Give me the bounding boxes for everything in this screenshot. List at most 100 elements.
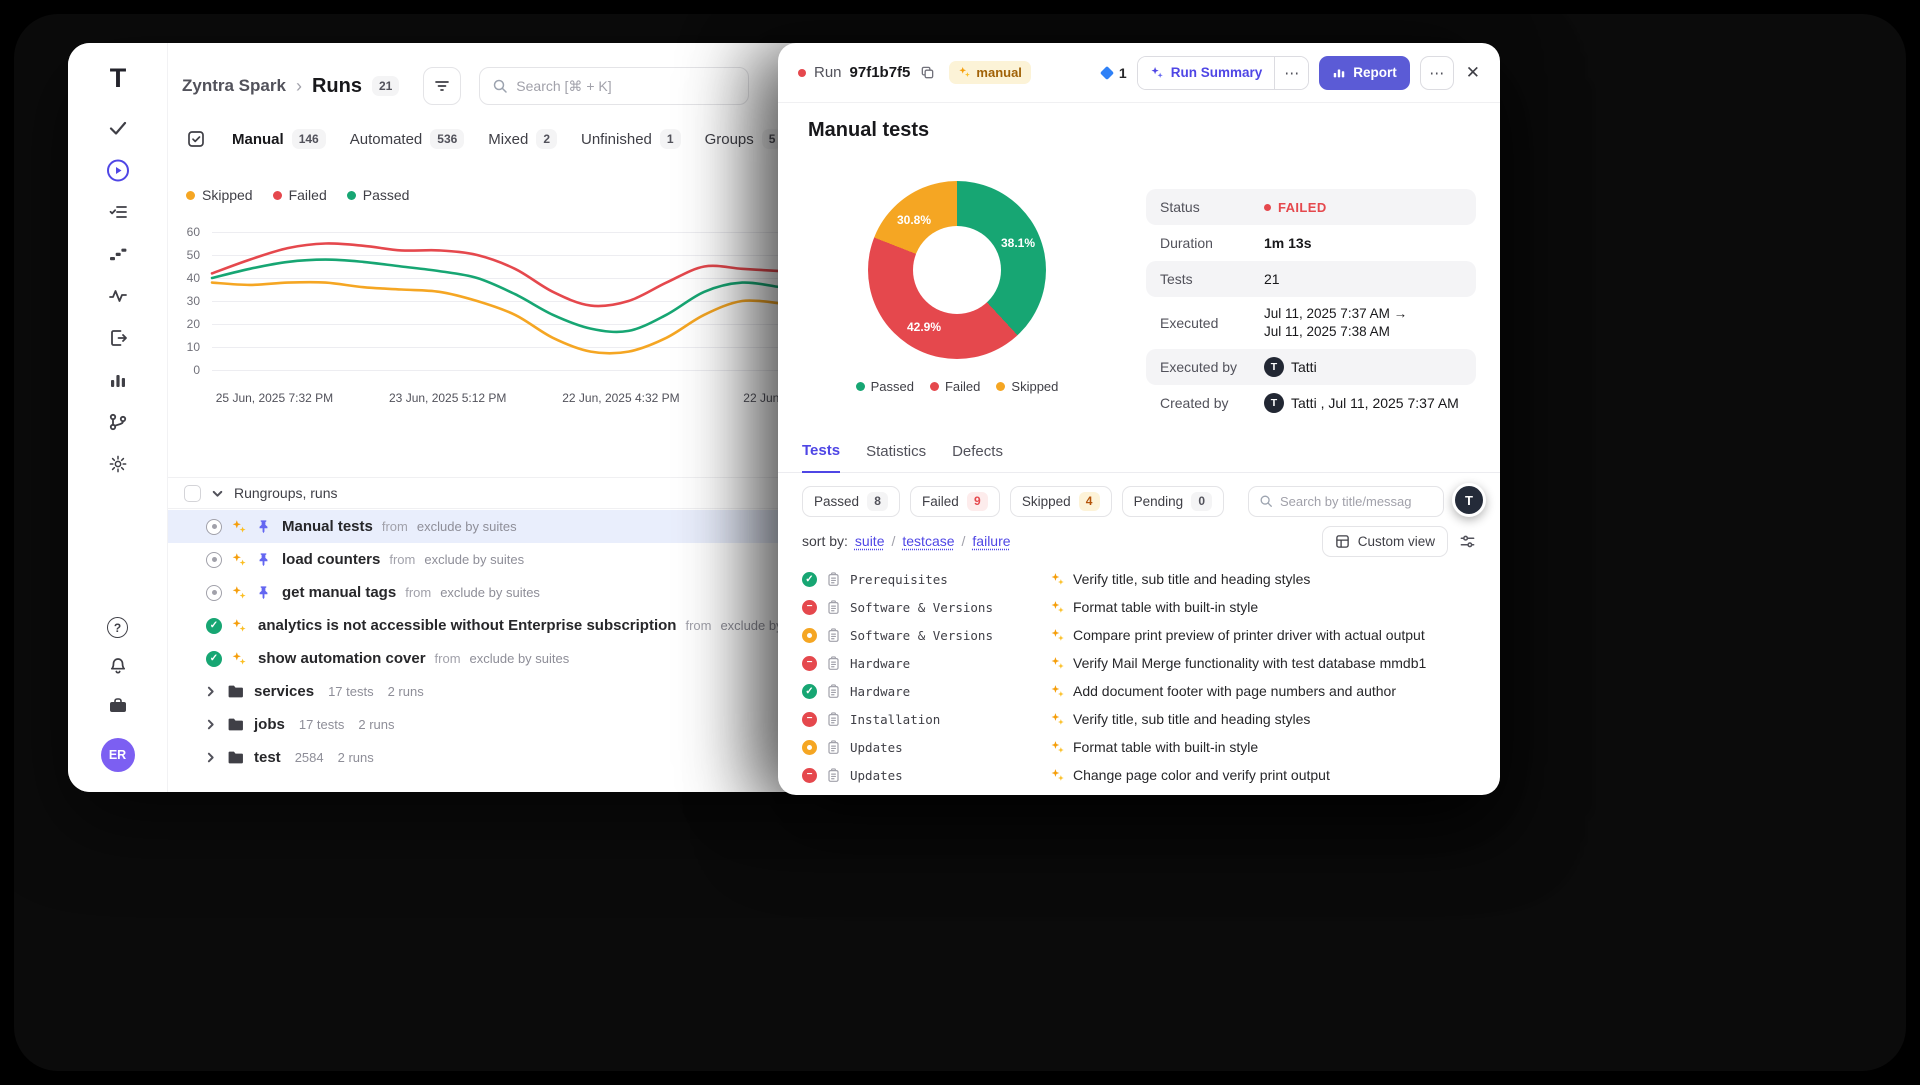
tab-manual[interactable]: Manual146 [232,129,326,149]
chip-pending[interactable]: Pending0 [1122,486,1225,517]
run-title[interactable]: load counters [282,551,380,568]
chevron-down-icon[interactable] [211,487,224,500]
sliders-icon[interactable] [1459,533,1476,550]
drawer-search-box[interactable] [1248,486,1444,517]
summary-more-button[interactable]: ⋯ [1274,57,1308,89]
test-title[interactable]: Format table with built-in style [1073,739,1258,755]
donut-legend-item[interactable]: Passed [856,379,914,394]
chevron-right-icon[interactable] [204,751,217,764]
manual-test-icon [231,552,247,568]
chevron-right-icon[interactable] [204,685,217,698]
help-icon[interactable]: ? [107,617,128,638]
legend-item[interactable]: Passed [347,187,410,203]
select-all-icon[interactable] [184,127,208,151]
sidebar-nav [106,116,130,476]
manual-tag[interactable]: manual [949,61,1031,84]
runs-play-icon[interactable] [106,158,130,182]
chip-passed[interactable]: Passed8 [802,486,900,517]
legend-item[interactable]: Failed [273,187,327,203]
sort-by-testcase[interactable]: testcase [902,533,954,549]
check-nav-icon[interactable] [106,116,130,140]
bell-icon[interactable] [106,654,130,678]
briefcase-icon[interactable] [106,694,130,718]
breadcrumb-project[interactable]: Zyntra Spark [182,76,286,96]
run-summary-group: Run Summary ⋯ [1137,56,1310,90]
test-row[interactable]: Software & Versions Format table with bu… [802,593,1492,621]
suite-name[interactable]: Updates [850,740,1050,755]
tab-defects[interactable]: Defects [952,443,1003,472]
tab-unfinished[interactable]: Unfinished1 [581,129,681,149]
suite-name[interactable]: Software & Versions [850,628,1050,643]
bar-chart-icon[interactable] [106,368,130,392]
run-title[interactable]: get manual tags [282,584,396,601]
test-title[interactable]: Change page color and verify print outpu… [1073,767,1330,783]
run-title[interactable]: show automation cover [258,650,426,667]
tab-tests[interactable]: Tests [802,442,840,473]
suite-name[interactable]: Installation [850,712,1050,727]
test-title[interactable]: Format table with built-in style [1073,599,1258,615]
tab-statistics[interactable]: Statistics [866,443,926,472]
test-row[interactable]: Hardware Verify Mail Merge functionality… [802,649,1492,677]
steps-icon[interactable] [106,242,130,266]
sort-by-failure[interactable]: failure [972,533,1010,549]
folder-name[interactable]: test [254,749,281,766]
run-summary-button[interactable]: Run Summary [1138,57,1275,89]
sort-row: sort by: suite / testcase / failure Cust… [802,525,1476,557]
test-row[interactable]: Installation Verify title, sub title and… [802,705,1492,733]
test-title[interactable]: Add document footer with page numbers an… [1073,683,1396,699]
folder-name[interactable]: services [254,683,314,700]
custom-view-button[interactable]: Custom view [1322,526,1448,557]
pulse-icon[interactable] [106,284,130,308]
test-row[interactable]: Updates Format table with built-in style [802,733,1492,761]
run-title[interactable]: analytics is not accessible without Ente… [258,617,676,634]
chevron-right-icon[interactable] [204,718,217,731]
test-row[interactable]: Hardware Add document footer with page n… [802,677,1492,705]
clipboard-icon [826,684,841,699]
folder-name[interactable]: jobs [254,716,285,733]
branch-icon[interactable] [106,410,130,434]
search-icon [1259,494,1273,508]
run-title[interactable]: Manual tests [282,518,373,535]
user-avatar[interactable]: ER [101,738,135,772]
select-all-checkbox[interactable] [184,485,201,502]
tab-groups[interactable]: Groups5 [705,129,783,149]
chip-failed[interactable]: Failed9 [910,486,1000,517]
sparkle-icon [958,66,971,79]
donut-legend-item[interactable]: Skipped [996,379,1058,394]
floating-avatar[interactable]: T [1452,483,1486,517]
list-check-icon[interactable] [106,200,130,224]
close-button[interactable]: ✕ [1466,63,1480,83]
chip-skipped[interactable]: Skipped4 [1010,486,1112,517]
pin-icon [256,552,271,567]
legend-item[interactable]: Skipped [186,187,253,203]
sort-by-suite[interactable]: suite [855,533,885,549]
suite-name[interactable]: Updates [850,768,1050,783]
clipboard-icon [826,712,841,727]
suite-name[interactable]: Hardware [850,684,1050,699]
tab-mixed[interactable]: Mixed2 [488,129,557,149]
test-row[interactable]: Updates Change page color and verify pri… [802,761,1492,789]
search-box[interactable] [479,67,749,105]
test-title[interactable]: Verify Mail Merge functionality with tes… [1073,655,1426,671]
more-options-button[interactable]: ⋯ [1420,56,1454,90]
export-icon[interactable] [106,326,130,350]
search-input[interactable] [516,78,736,94]
test-title[interactable]: Verify title, sub title and heading styl… [1073,711,1310,727]
report-button[interactable]: Report [1319,56,1410,90]
test-title[interactable]: Compare print preview of printer driver … [1073,627,1425,643]
y-axis: 0102030405060 [180,232,206,370]
suite-name[interactable]: Prerequisites [850,572,1050,587]
tab-automated[interactable]: Automated536 [350,129,465,149]
folder-icon [227,683,244,700]
filter-button[interactable] [423,67,461,105]
drawer-search-input[interactable] [1280,494,1433,509]
test-row[interactable]: Software & Versions Compare print previe… [802,621,1492,649]
donut-legend-item[interactable]: Failed [930,379,980,394]
test-title[interactable]: Verify title, sub title and heading styl… [1073,571,1310,587]
donut-legend-dot [930,382,939,391]
suite-name[interactable]: Hardware [850,656,1050,671]
gear-icon[interactable] [106,452,130,476]
suite-name[interactable]: Software & Versions [850,600,1050,615]
copy-icon[interactable] [920,65,935,80]
test-row[interactable]: Prerequisites Verify title, sub title an… [802,565,1492,593]
